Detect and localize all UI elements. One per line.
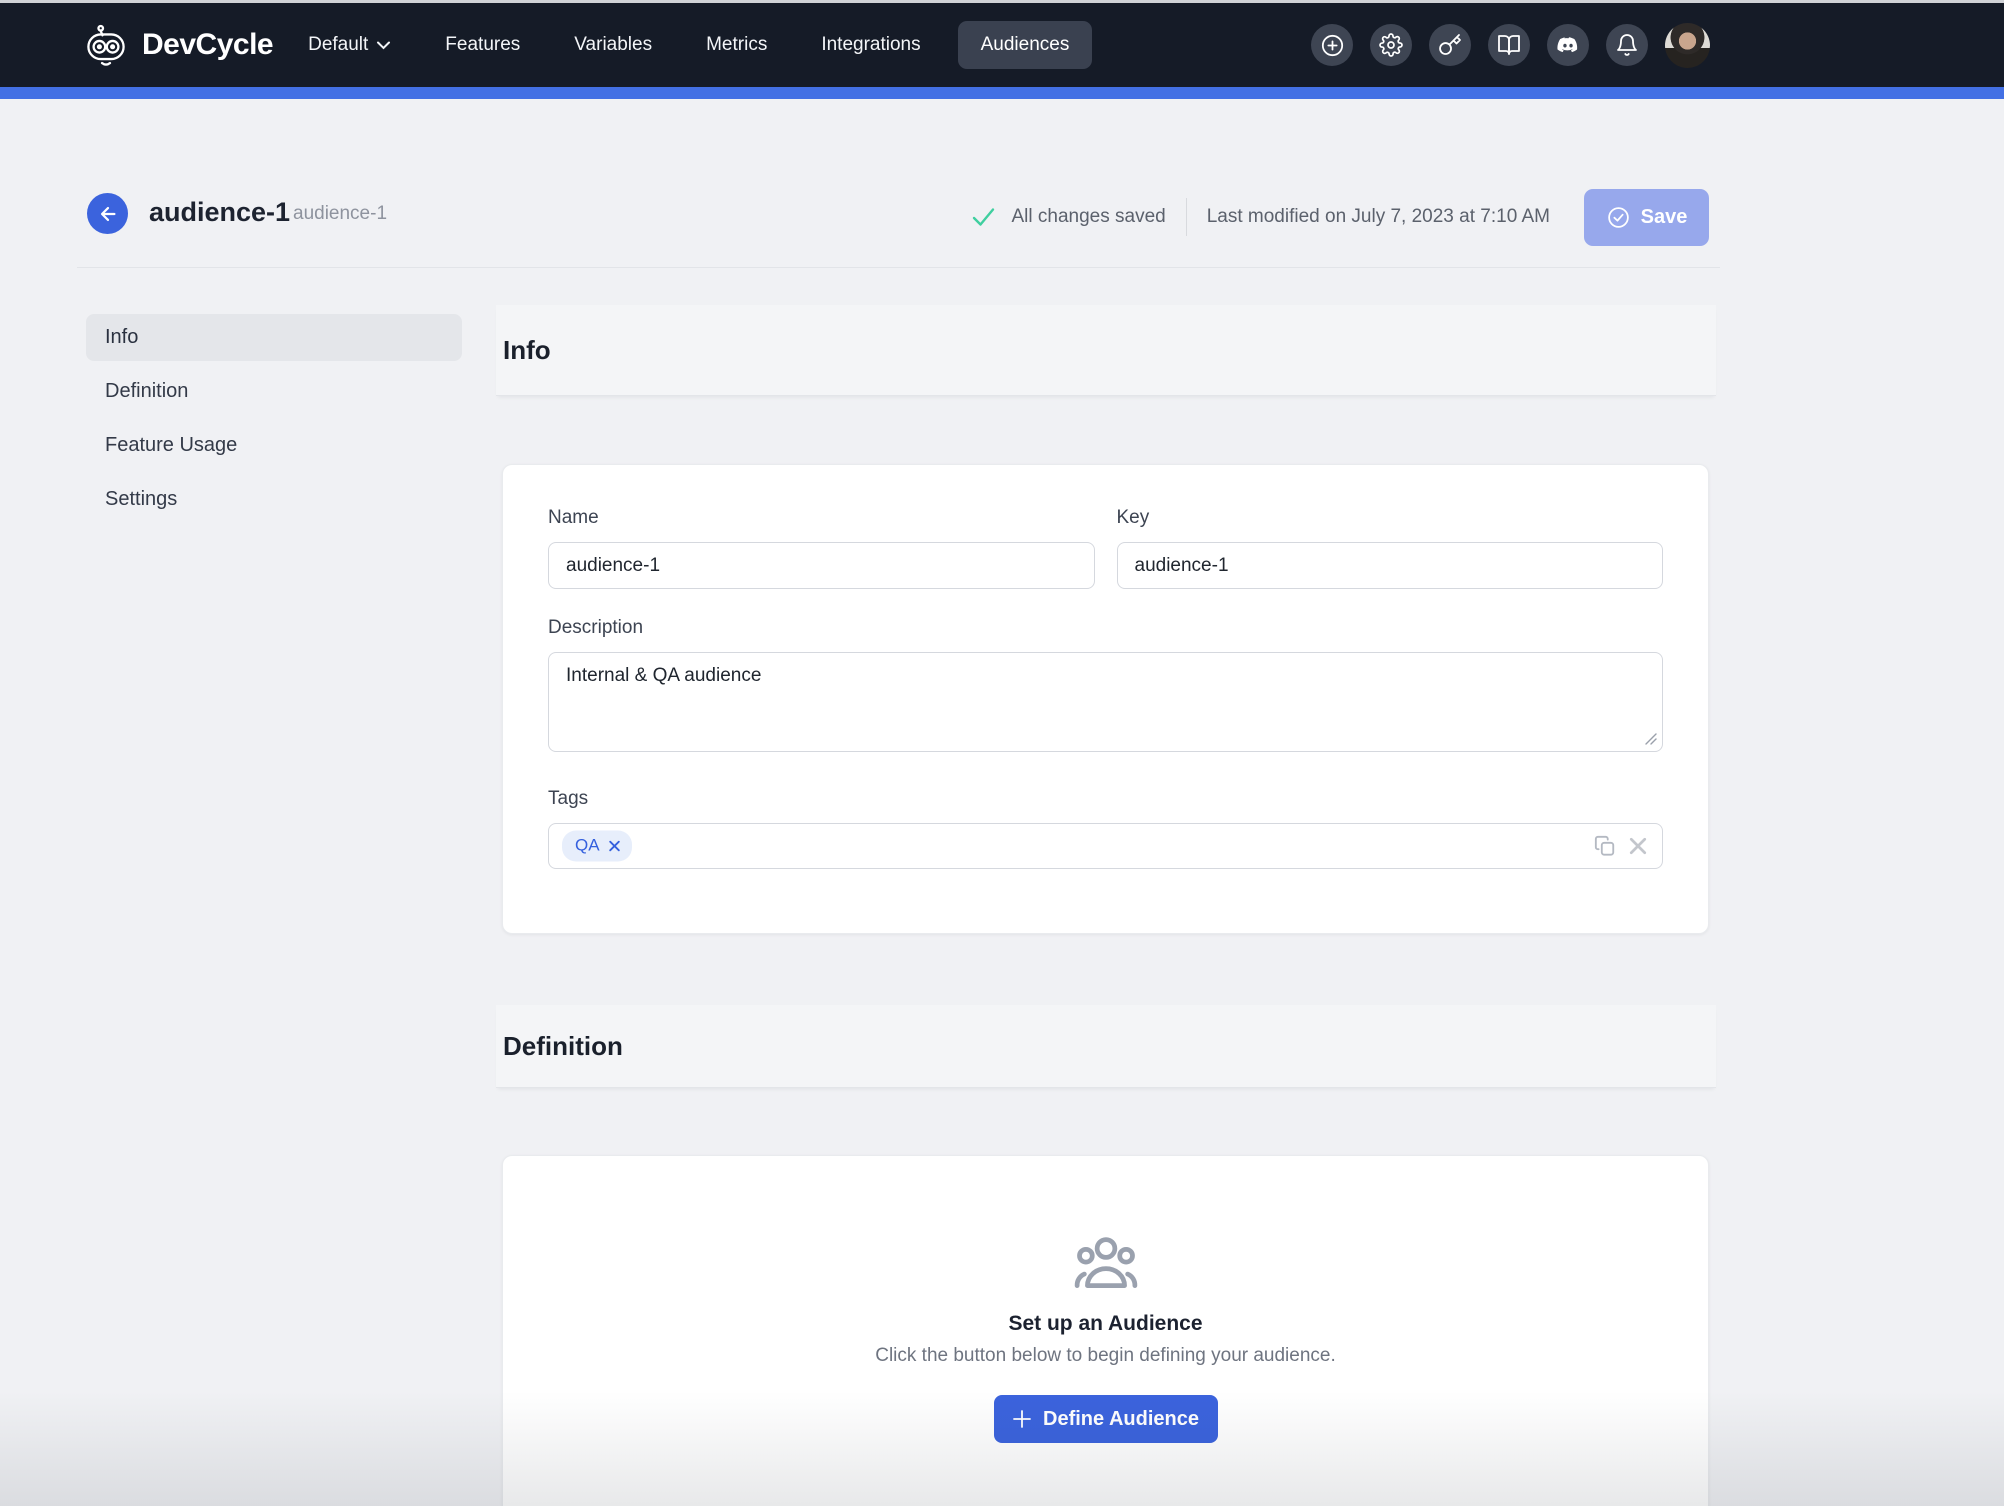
discord-button[interactable] <box>1547 24 1589 66</box>
key-input[interactable] <box>1116 542 1663 589</box>
key-icon <box>1438 33 1462 57</box>
top-navbar: DevCycle Default Features Variables Metr… <box>0 3 2004 87</box>
plus-circle-icon <box>1320 33 1345 58</box>
description-field-group: Description Internal & QA audience <box>548 617 1663 752</box>
sidebar-item-feature-usage[interactable]: Feature Usage <box>86 422 462 469</box>
info-card: Name Key Description Internal & QA audie… <box>502 464 1709 934</box>
description-label: Description <box>548 617 644 638</box>
tags-field-group: Tags QA <box>548 788 1663 869</box>
accent-bar <box>0 87 2004 99</box>
book-open-icon <box>1497 33 1521 57</box>
tags-input-actions <box>1594 835 1647 857</box>
add-circle-button[interactable] <box>1311 24 1353 66</box>
definition-section-header: Definition <box>496 1005 1716 1088</box>
nav-links: Default Features Variables Metrics Integ… <box>308 34 921 56</box>
description-textarea[interactable]: Internal & QA audience <box>548 652 1663 752</box>
saved-status-label: All changes saved <box>1011 206 1166 227</box>
settings-button[interactable] <box>1370 24 1412 66</box>
check-icon <box>971 206 996 228</box>
brand-name: DevCycle <box>142 28 274 61</box>
nav-item-variables[interactable]: Variables <box>574 34 652 56</box>
robot-logo-icon <box>83 23 129 67</box>
tags-input[interactable]: QA <box>548 823 1663 869</box>
settings-sidebar: Info Definition Feature Usage Settings <box>86 314 462 530</box>
header-divider <box>77 267 1720 268</box>
info-section-header: Info <box>496 305 1716 396</box>
page-subtitle: audience-1 <box>293 203 388 224</box>
save-button[interactable]: Save <box>1584 188 1709 246</box>
define-audience-button[interactable]: Define Audience <box>993 1395 1218 1443</box>
notifications-button[interactable] <box>1606 24 1648 66</box>
bell-icon <box>1615 33 1639 57</box>
empty-state-title: Set up an Audience <box>1008 1312 1203 1335</box>
header-divider-vertical <box>1185 198 1187 236</box>
key-field-group: Key <box>1116 507 1663 589</box>
docs-button[interactable] <box>1488 24 1530 66</box>
tag-chip-qa: QA <box>562 830 632 862</box>
sidebar-item-settings[interactable]: Settings <box>86 476 462 523</box>
plus-icon <box>1012 1409 1032 1429</box>
name-label: Name <box>548 507 599 528</box>
header-actions: All changes saved Last modified on July … <box>971 188 1709 246</box>
sidebar-item-info[interactable]: Info <box>86 314 462 361</box>
tag-remove-icon[interactable] <box>608 839 621 852</box>
copy-icon[interactable] <box>1594 835 1616 857</box>
sidebar-item-definition[interactable]: Definition <box>86 368 462 415</box>
last-modified-label: Last modified on July 7, 2023 at 7:10 AM <box>1206 206 1550 227</box>
audience-people-icon <box>1073 1234 1139 1296</box>
name-input[interactable] <box>548 542 1095 589</box>
clear-tags-icon[interactable] <box>1629 837 1647 855</box>
back-button[interactable] <box>87 193 128 234</box>
devcycle-logo[interactable]: DevCycle <box>83 23 274 67</box>
gear-icon <box>1379 33 1403 57</box>
tags-label: Tags <box>548 788 589 809</box>
key-label: Key <box>1116 507 1150 528</box>
arrow-left-icon <box>97 203 119 225</box>
name-key-row: Name Key <box>548 507 1663 589</box>
discord-icon <box>1555 32 1581 58</box>
definition-card: Set up an Audience Click the button belo… <box>502 1155 1709 1506</box>
resize-handle-icon[interactable] <box>1644 732 1657 745</box>
api-keys-button[interactable] <box>1429 24 1471 66</box>
saved-status: All changes saved <box>971 206 1166 228</box>
chevron-down-icon <box>376 40 391 50</box>
project-selector[interactable]: Default <box>308 34 391 56</box>
navbar-icon-buttons <box>1311 22 1710 68</box>
empty-state-subtitle: Click the button below to begin defining… <box>875 1345 1336 1366</box>
nav-item-metrics[interactable]: Metrics <box>706 34 767 56</box>
nav-item-audiences-active[interactable]: Audiences <box>957 21 1093 69</box>
nav-item-integrations[interactable]: Integrations <box>821 34 920 56</box>
user-avatar[interactable] <box>1665 22 1710 68</box>
check-circle-icon <box>1606 205 1631 230</box>
devcycle-app: DevCycle Default Features Variables Metr… <box>0 0 2004 1506</box>
nav-item-features[interactable]: Features <box>445 34 520 56</box>
page-title: audience-1 <box>149 197 291 227</box>
name-field-group: Name <box>548 507 1095 589</box>
